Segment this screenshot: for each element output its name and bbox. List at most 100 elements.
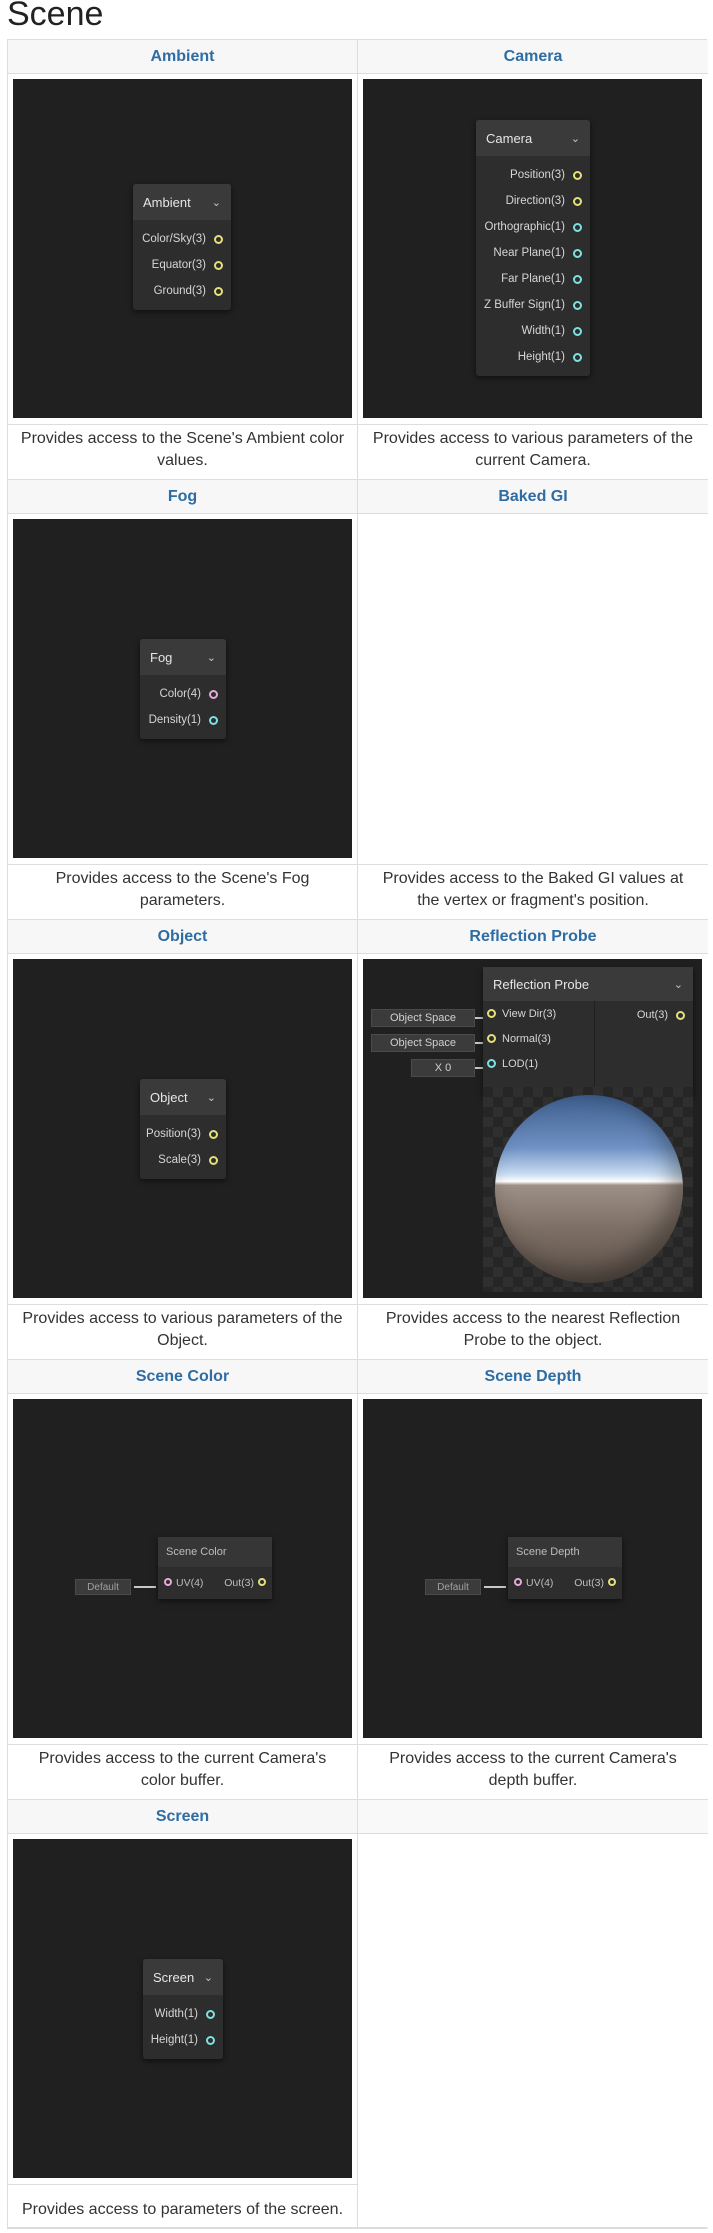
node-preview: Object ⌄ Position(3) Scale(3) (13, 959, 352, 1298)
chevron-down-icon[interactable]: ⌄ (212, 196, 221, 209)
port-socket-icon[interactable] (487, 1034, 496, 1043)
scene-depth-node[interactable]: Scene Depth UV(4) Out(3) (508, 1537, 622, 1599)
node-title-bar[interactable]: Ambient ⌄ (133, 184, 231, 220)
port-socket-icon[interactable] (487, 1009, 496, 1018)
node-preview: Ambient ⌄ Color/Sky(3) Equator(3) Ground… (13, 79, 352, 418)
port-socket-icon[interactable] (206, 2035, 215, 2045)
node-title-bar[interactable]: Camera ⌄ (476, 120, 590, 156)
object-node[interactable]: Object ⌄ Position(3) Scale(3) (140, 1079, 226, 1179)
port[interactable]: UV(4) (164, 1577, 203, 1589)
node-title-bar[interactable]: Reflection Probe ⌄ (483, 967, 693, 1001)
port-socket-icon[interactable] (214, 260, 223, 270)
node-preview: Camera ⌄ Position(3) Direction(3) Orthog… (363, 79, 702, 418)
port[interactable]: Out(3) (224, 1577, 266, 1589)
port[interactable]: Color/Sky(3) (133, 226, 231, 252)
port-socket-icon[interactable] (573, 222, 582, 232)
cell-empty (358, 1834, 708, 2228)
cell-header-ambient: Ambient (8, 40, 358, 74)
object-space-chip[interactable]: Object Space (371, 1034, 475, 1052)
cell-baked-gi: Provides access to the Baked GI values a… (358, 514, 708, 920)
port[interactable]: Out(3) (574, 1577, 616, 1589)
cell-header-scene-color: Scene Color (8, 1360, 358, 1394)
port-socket-icon[interactable] (209, 1155, 218, 1165)
node-title-bar[interactable]: Object ⌄ (140, 1079, 226, 1115)
cell-reflection-probe: Object Space Object Space X 0 Reflection… (358, 954, 708, 1360)
port[interactable]: Out(3) (637, 1009, 685, 1021)
port-socket-icon[interactable] (514, 1578, 522, 1586)
node-title: Ambient (143, 194, 191, 210)
node-preview: Default Scene Color UV(4) Out(3) (13, 1399, 352, 1738)
port[interactable]: Width(1) (476, 318, 590, 344)
cell-fog: Fog ⌄ Color(4) Density(1) Provides acces… (8, 514, 358, 920)
port[interactable]: Density(1) (140, 707, 226, 733)
port-socket-icon[interactable] (206, 2009, 215, 2019)
port-socket-icon[interactable] (573, 170, 582, 180)
port[interactable]: Height(1) (476, 344, 590, 370)
nodes-table: Ambient Camera Ambient ⌄ Color/Sky(3) Eq… (7, 39, 708, 2229)
node-title-bar[interactable]: Screen ⌄ (143, 1959, 223, 1995)
chevron-down-icon[interactable]: ⌄ (204, 1971, 213, 1984)
port[interactable]: Orthographic(1) (476, 214, 590, 240)
port-socket-icon[interactable] (209, 1129, 218, 1139)
port-socket-icon[interactable] (214, 234, 223, 244)
port[interactable]: Position(3) (140, 1121, 226, 1147)
ambient-node[interactable]: Ambient ⌄ Color/Sky(3) Equator(3) Ground… (133, 184, 231, 310)
port-socket-icon[interactable] (573, 352, 582, 362)
port[interactable]: Z Buffer Sign(1) (476, 292, 590, 318)
reflection-probe-node[interactable]: Reflection Probe ⌄ View Dir(3) Normal(3)… (483, 967, 693, 1095)
scene-color-node[interactable]: Scene Color UV(4) Out(3) (158, 1537, 272, 1599)
chevron-down-icon[interactable]: ⌄ (674, 978, 683, 991)
port-socket-icon[interactable] (573, 274, 582, 284)
port[interactable]: Far Plane(1) (476, 266, 590, 292)
object-space-chip[interactable]: Object Space (371, 1009, 475, 1027)
node-title-bar[interactable]: Fog ⌄ (140, 639, 226, 675)
port-socket-icon[interactable] (214, 286, 223, 296)
port[interactable]: Height(1) (143, 2027, 223, 2053)
camera-node[interactable]: Camera ⌄ Position(3) Direction(3) Orthog… (476, 120, 590, 376)
port-socket-icon[interactable] (209, 715, 218, 725)
port[interactable]: LOD(1) (483, 1051, 594, 1076)
node-title: Reflection Probe (493, 976, 590, 992)
port-socket-icon[interactable] (676, 1010, 685, 1020)
node-title: Object (150, 1089, 188, 1105)
node-preview: Fog ⌄ Color(4) Density(1) (13, 519, 352, 858)
node-preview: Default Scene Depth UV(4) Out(3) (363, 1399, 702, 1738)
port-socket-icon[interactable] (258, 1578, 266, 1586)
cell-description: Provides access to the Scene's Ambient c… (8, 424, 357, 474)
port[interactable]: Position(3) (476, 162, 590, 188)
cell-object: Object ⌄ Position(3) Scale(3) Provides a… (8, 954, 358, 1360)
screen-node[interactable]: Screen ⌄ Width(1) Height(1) (143, 1959, 223, 2059)
cell-description: Provides access to various parameters of… (358, 424, 708, 474)
chevron-down-icon[interactable]: ⌄ (207, 1091, 216, 1104)
port[interactable]: View Dir(3) (483, 1001, 594, 1026)
port-socket-icon[interactable] (573, 248, 582, 258)
cell-header-reflection-probe: Reflection Probe (358, 920, 708, 954)
port-socket-icon[interactable] (164, 1578, 172, 1586)
port[interactable]: Ground(3) (133, 278, 231, 304)
cell-header-baked-gi: Baked GI (358, 480, 708, 514)
probe-preview-area (483, 1087, 693, 1292)
port[interactable]: Equator(3) (133, 252, 231, 278)
port-socket-icon[interactable] (573, 196, 582, 206)
port-socket-icon[interactable] (573, 300, 582, 310)
cell-description: Provides access to parameters of the scr… (8, 2184, 357, 2233)
port-socket-icon[interactable] (487, 1059, 496, 1068)
default-uv-chip[interactable]: Default (75, 1579, 131, 1595)
port[interactable]: Color(4) (140, 681, 226, 707)
cell-description: Provides access to the Baked GI values a… (358, 864, 708, 914)
port[interactable]: Normal(3) (483, 1026, 594, 1051)
port[interactable]: Near Plane(1) (476, 240, 590, 266)
cell-screen: Screen ⌄ Width(1) Height(1) Provides acc… (8, 1834, 358, 2228)
port[interactable]: Width(1) (143, 2001, 223, 2027)
port[interactable]: Direction(3) (476, 188, 590, 214)
fog-node[interactable]: Fog ⌄ Color(4) Density(1) (140, 639, 226, 739)
port-socket-icon[interactable] (209, 689, 218, 699)
port-socket-icon[interactable] (608, 1578, 616, 1586)
default-uv-chip[interactable]: Default (425, 1579, 481, 1595)
port-socket-icon[interactable] (573, 326, 582, 336)
chevron-down-icon[interactable]: ⌄ (571, 132, 580, 145)
lod-value-chip[interactable]: X 0 (411, 1059, 475, 1077)
port[interactable]: Scale(3) (140, 1147, 226, 1173)
port[interactable]: UV(4) (514, 1577, 553, 1589)
chevron-down-icon[interactable]: ⌄ (207, 651, 216, 664)
